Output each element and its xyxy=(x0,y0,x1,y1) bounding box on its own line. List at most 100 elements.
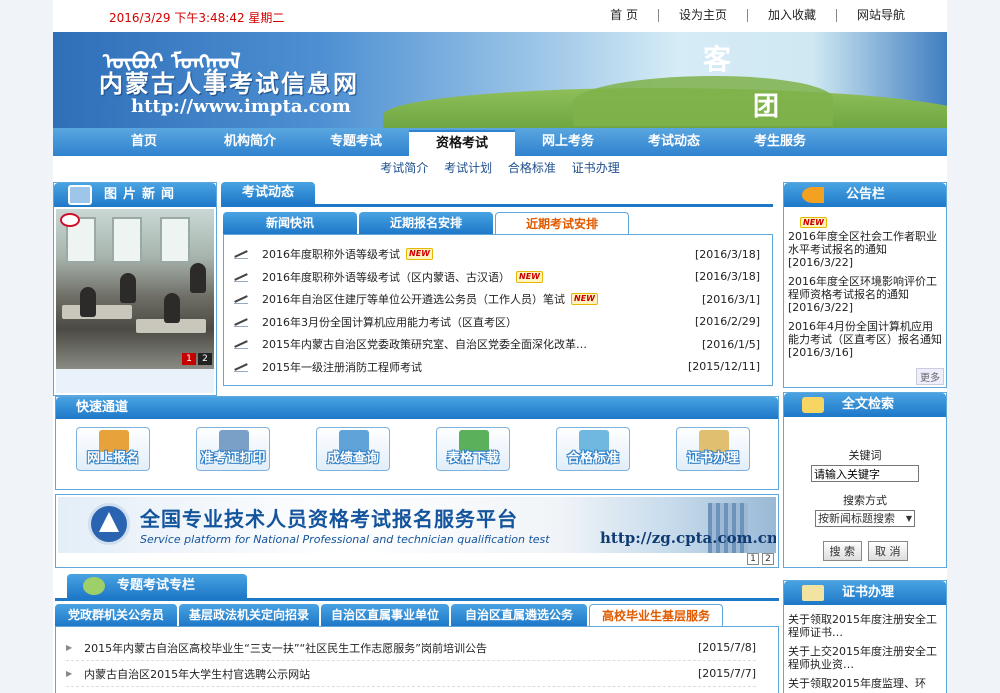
online-registration-button[interactable]: 网上报名 xyxy=(76,427,150,471)
search-icon xyxy=(802,397,824,413)
exam-news-list-panel: 2016年度职称外语等级考试 NEW [2016/3/18] 2016年度职称外语等… xyxy=(223,234,773,386)
special-item-title[interactable]: 2015年内蒙古自治区高校毕业生“三支一扶”“社区民生工作志愿服务”岗前培训公告 xyxy=(84,640,487,656)
list-item[interactable]: ▶ 2015年内蒙古自治区高校毕业生“三支一扶”“社区民生工作志愿服务”岗前培训公… xyxy=(66,635,756,661)
pen-icon xyxy=(234,249,248,260)
tab-graduate-grassroots[interactable]: 高校毕业生基层服务 xyxy=(589,604,723,626)
certificate-item[interactable]: 关于领取2015年度注册安全工程师证书… xyxy=(788,613,942,639)
pen-icon xyxy=(234,272,248,282)
news-title[interactable]: 2016年度职称外语等级考试（区内蒙语、古汉语） xyxy=(262,269,510,285)
nav-about[interactable]: 机构简介 xyxy=(197,128,303,156)
photo-page-1[interactable]: 1 xyxy=(182,353,196,365)
subnav-exam-intro[interactable]: 考试简介 xyxy=(380,161,428,175)
picture-news-header: 图片新闻 xyxy=(54,183,216,207)
notice-board: 公告栏 NEW 2016年度全区社会工作者职业水平考试报名的通知 [2016/3… xyxy=(783,182,947,388)
news-date: [2016/3/18] xyxy=(695,270,760,284)
top-link-add-favorite[interactable]: 加入收藏 xyxy=(746,9,836,22)
datetime-display: 2016/3/29 下午3:48:42 星期二 xyxy=(109,11,285,25)
news-title[interactable]: 2016年3月份全国计算机应用能力考试（区直考区） xyxy=(262,314,517,330)
list-item[interactable]: 2016年3月份全国计算机应用能力考试（区直考区） [2016/2/29] xyxy=(234,311,760,334)
certificate-icon xyxy=(802,585,824,601)
list-item[interactable]: ▶ 内蒙古自治区2015年大学生村官选聘公示网站 [2015/7/7] xyxy=(66,661,756,687)
search-mode-label: 搜索方式 xyxy=(843,494,887,507)
admission-ticket-print-button[interactable]: 准考证打印 xyxy=(196,427,270,471)
certificate-item[interactable]: 关于上交2015年度注册安全工程师执业资… xyxy=(788,645,942,671)
tab-recent-exams[interactable]: 近期考试安排 xyxy=(495,212,629,234)
photo-page-2[interactable]: 2 xyxy=(198,353,212,365)
new-badge: NEW xyxy=(800,217,827,228)
score-query-button[interactable]: 成绩查询 xyxy=(316,427,390,471)
nav-home[interactable]: 首页 xyxy=(91,128,197,156)
platform-url: http://zg.cpta.com.cn xyxy=(600,529,776,547)
top-bar: 2016/3/29 下午3:48:42 星期二 首 页 设为主页 加入收藏 网站… xyxy=(53,0,947,32)
notice-item[interactable]: 2016年度全区环境影响评价工程师资格考试报名的通知 [2016/3/22] xyxy=(788,275,942,314)
nav-special-exams[interactable]: 专题考试 xyxy=(303,128,409,156)
news-title[interactable]: 2016年自治区住建厅等单位公开遴选公务员（工作人员）笔试 xyxy=(262,291,565,307)
photo-window xyxy=(112,217,142,263)
quick-channel-panel: 快速通道 网上报名 准考证打印 成绩查询 表格下载 合格标准 证书办理 xyxy=(55,396,779,490)
site-name: 内蒙古人事考试信息网 xyxy=(99,70,359,98)
pass-standard-button[interactable]: 合格标准 xyxy=(556,427,630,471)
exam-news-title: 考试动态 xyxy=(221,182,315,204)
more-link[interactable]: 更多 xyxy=(916,368,944,385)
top-link-home[interactable]: 首 页 xyxy=(590,9,658,22)
list-item[interactable]: 2016年自治区住建厅等单位公开遴选公务员（工作人员）笔试 NEW [2016/3/… xyxy=(234,288,760,311)
camera-icon xyxy=(68,185,92,205)
notice-title: 公告栏 xyxy=(846,187,886,202)
tab-public-institutions[interactable]: 自治区直属事业单位 xyxy=(321,604,449,626)
site-url: http://www.impta.com xyxy=(131,96,351,117)
list-item[interactable]: 2016年度职称外语等级考试（区内蒙语、古汉语） NEW [2016/3/18] xyxy=(234,266,760,289)
tab-judicial-recruitment[interactable]: 基层政法机关定向招录 xyxy=(179,604,319,626)
search-buttons: 搜 索 取 消 xyxy=(784,541,946,561)
certificate-panel: 证书办理 关于领取2015年度注册安全工程师证书… 关于上交2015年度注册安全… xyxy=(783,580,947,693)
certificate-item[interactable]: 关于领取2015年度监理、环 xyxy=(788,677,942,690)
special-tabs: 党政群机关公务员 基层政法机关定向招录 自治区直属事业单位 自治区直属遴选公务员… xyxy=(55,604,779,644)
keyword-input[interactable] xyxy=(811,465,919,482)
banner-decor-char-1: 客 xyxy=(703,43,732,76)
notice-item[interactable]: 2016年4月份全国计算机应用能力考试（区直考区）报名通知 [2016/3/16… xyxy=(788,320,942,359)
subnav-certificate[interactable]: 证书办理 xyxy=(572,161,620,175)
certificate-button[interactable]: 证书办理 xyxy=(676,427,750,471)
news-title[interactable]: 2016年度职称外语等级考试 xyxy=(262,246,400,262)
platform-banner-image: 全国专业技术人员资格考试报名服务平台 Service platform for … xyxy=(58,497,776,553)
news-photo[interactable] xyxy=(56,209,214,369)
special-item-date: [2015/7/7] xyxy=(698,667,756,680)
list-item[interactable]: 2015年一级注册消防工程师考试 [2015/12/11] xyxy=(234,356,760,379)
quick-channel-buttons: 网上报名 准考证打印 成绩查询 表格下载 合格标准 证书办理 xyxy=(76,427,750,471)
cpta-platform-banner[interactable]: 全国专业技术人员资格考试报名服务平台 Service platform for … xyxy=(55,494,779,568)
nav-exam-news[interactable]: 考试动态 xyxy=(621,128,727,156)
exam-news-divider xyxy=(221,204,773,207)
platform-pager: 1 2 xyxy=(747,553,774,565)
list-item[interactable]: 2016年度职称外语等级考试 NEW [2016/3/18] xyxy=(234,243,760,266)
top-link-set-homepage[interactable]: 设为主页 xyxy=(657,9,747,22)
new-badge: NEW xyxy=(571,293,598,306)
search-mode-select[interactable]: 按新闻标题搜索 xyxy=(815,510,915,527)
subnav-pass-standard[interactable]: 合格标准 xyxy=(508,161,556,175)
special-item-title[interactable]: 内蒙古自治区2015年大学生村官选聘公示网站 xyxy=(84,666,310,682)
tab-news-flash[interactable]: 新闻快讯 xyxy=(223,212,357,234)
news-title[interactable]: 2015年内蒙古自治区党委政策研究室、自治区党委全面深化改革… xyxy=(262,336,587,352)
full-text-search-panel: 全文检索 关键词 搜索方式 按新闻标题搜索 搜 索 取 消 xyxy=(783,392,947,568)
list-item[interactable]: 2015年内蒙古自治区党委政策研究室、自治区党委全面深化改革… [2016/1/5… xyxy=(234,333,760,356)
tab-recent-registration[interactable]: 近期报名安排 xyxy=(359,212,493,234)
special-exam-column: 专题考试专栏 党政群机关公务员 基层政法机关定向招录 自治区直属事业单位 自治区… xyxy=(55,574,779,693)
megaphone-icon xyxy=(802,187,824,203)
news-title[interactable]: 2015年一级注册消防工程师考试 xyxy=(262,359,422,375)
nav-candidate-service[interactable]: 考生服务 xyxy=(727,128,833,156)
search-button[interactable]: 搜 索 xyxy=(822,541,862,561)
nav-qualification-exams[interactable]: 资格考试 xyxy=(409,130,515,156)
photo-caption-bar xyxy=(56,369,214,393)
top-link-site-nav[interactable]: 网站导航 xyxy=(835,9,925,22)
tab-selected-civil-servants[interactable]: 自治区直属遴选公务员 xyxy=(451,604,587,644)
pen-icon xyxy=(234,294,248,305)
subnav-exam-plan[interactable]: 考试计划 xyxy=(444,161,492,175)
form-download-button[interactable]: 表格下载 xyxy=(436,427,510,471)
tab-civil-servants[interactable]: 党政群机关公务员 xyxy=(55,604,177,626)
search-header: 全文检索 xyxy=(784,393,946,417)
nav-online-affairs[interactable]: 网上考务 xyxy=(515,128,621,156)
platform-page-2[interactable]: 2 xyxy=(762,553,774,565)
arrow-icon: ▶ xyxy=(66,669,73,678)
pen-icon xyxy=(234,339,248,350)
notice-item[interactable]: 2016年度全区社会工作者职业水平考试报名的通知 [2016/3/22] xyxy=(788,230,942,269)
platform-page-1[interactable]: 1 xyxy=(747,553,759,565)
cancel-button[interactable]: 取 消 xyxy=(868,541,908,561)
